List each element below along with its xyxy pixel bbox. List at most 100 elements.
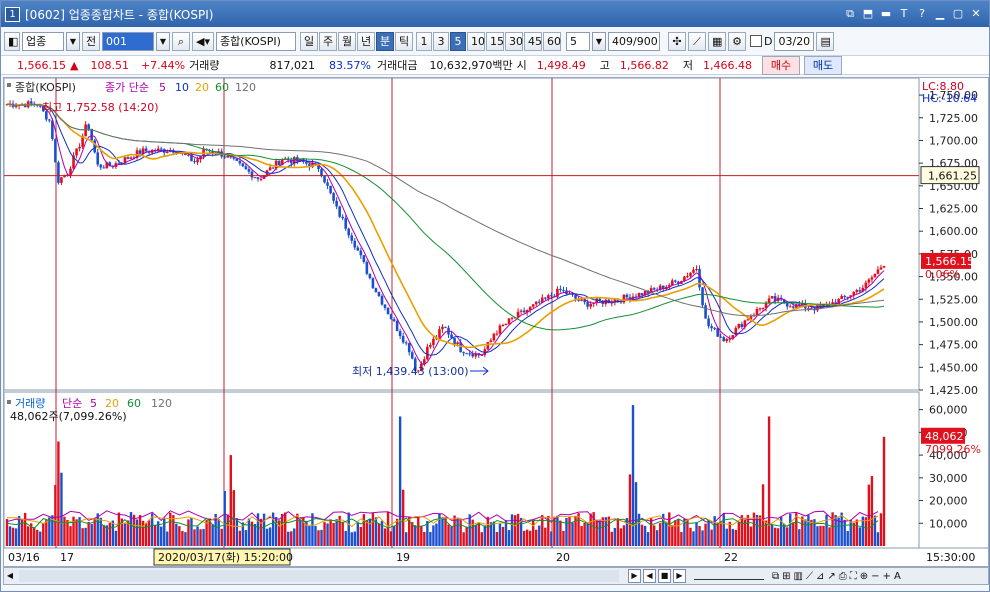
price-candle [758,308,762,310]
interval-1-button[interactable]: 1 [416,31,432,51]
zoom-slider[interactable] [694,572,764,580]
tab-period-day[interactable]: 일 [300,31,318,51]
speaker-icon[interactable]: ◀▾ [192,31,214,51]
market-type-select[interactable]: 업종 [22,31,64,51]
panel-toggle-icon[interactable]: ◧ [4,31,20,51]
volume-bar [347,512,350,546]
font-icon[interactable]: T [897,7,911,21]
tab-period-year[interactable]: 년 [357,31,375,51]
font-size-icon[interactable]: A [894,571,901,582]
price-candle [48,119,51,121]
crosshair-tool-icon[interactable]: ✣ [668,31,686,51]
link-window-icon[interactable]: ⧉ [843,7,857,21]
plus-icon[interactable]: + [883,571,891,582]
zoom-in-icon[interactable]: ⊕ [860,571,868,582]
count-field[interactable]: 409/900 [608,31,660,51]
volume-bar [193,529,196,546]
volume-bar [60,472,63,546]
interval-60-button[interactable]: 60 [543,31,561,51]
play-back-icon[interactable]: ▶ [628,569,641,583]
chart-area[interactable]: 1,750.00 1,725.00 1,700.00 1,675.00 1,650.00… [3,77,989,567]
interval-dropdown-icon[interactable]: ▼ [592,31,606,51]
step-back-icon[interactable]: ◀ [643,569,656,583]
search-icon[interactable]: ⌕ [172,31,190,51]
volume-bar [804,519,807,546]
drawing-icon[interactable]: ⟋ [806,571,813,582]
close-icon[interactable]: ✕ [969,7,983,21]
price-candle [138,150,142,154]
volume-bar [776,528,780,546]
volume-bar [701,530,704,546]
scroll-bar[interactable]: ◀ ▶ ◀ ■ ▶ ⧉ ⊞ ▥ ⟋ ⊿ ↗ ⎙ ⛶ ⊕ − + A [3,567,989,585]
price-candle [187,154,190,156]
layout-icon[interactable]: ⬒ [861,7,875,21]
stop-icon[interactable]: ■ [658,569,671,583]
title-bar: 1 [0602] 업종종합차트 - 종합(KOSPI) ⧉ ⬒ ▬ T ? ▁ … [1,1,989,27]
chart-toolbar: ◧ 업종 ▼ 전 001 ▼ ⌕ ◀▾ 종합(KOSPI) 일 주 월 년 분 … [1,29,989,53]
calendar-icon[interactable]: ▤ [816,31,835,51]
trend-icon[interactable]: ↗ [827,571,835,582]
low-arrow-icon [470,366,489,376]
price-candle [380,296,384,305]
chevron-down-icon[interactable]: ▼ [66,31,80,51]
fib-icon[interactable]: ⊿ [816,571,824,582]
scroll-track[interactable] [19,570,619,582]
price-candle [410,352,414,359]
interval-30-button[interactable]: 30 [505,31,523,51]
volume-bar [795,513,798,546]
screen-icon[interactable]: ▬ [879,7,893,21]
minus-icon[interactable]: − [871,571,879,582]
maximize-icon[interactable]: ▢ [951,7,965,21]
volume-bar [677,520,680,546]
price-ytick-label: 1,725.00 [929,112,978,125]
volume-bar [577,513,580,546]
layout-icon[interactable]: ⧉ [772,571,779,582]
price-candle [75,148,78,156]
step-forward-icon[interactable]: ▶ [673,569,686,583]
tab-period-tick[interactable]: 틱 [395,31,413,51]
volume-bar [117,512,121,546]
code-dropdown-icon[interactable]: ▼ [156,31,170,51]
price-candle [126,157,130,159]
price-candle [873,273,877,278]
price-candle [495,333,499,335]
prev-button[interactable]: 전 [82,31,100,51]
date-field[interactable]: 03/20 [774,31,815,51]
sell-button[interactable]: 매도 [804,55,842,75]
volume-bar [822,525,825,546]
tab-period-minute[interactable]: 분 [376,31,394,51]
interval-15-button[interactable]: 15 [486,31,504,51]
volume-bar [580,526,583,546]
open-label: 시 [516,59,527,72]
tab-period-week[interactable]: 주 [319,31,337,51]
scroll-left-icon[interactable]: ◀ [4,569,16,583]
help-icon[interactable]: ? [915,7,929,21]
code-input[interactable]: 001 [102,31,154,51]
gear-icon[interactable]: ⚙ [728,31,746,51]
volume-bar [659,523,662,546]
print-icon[interactable]: ⎙ [839,571,847,582]
buy-button[interactable]: 매수 [762,55,800,75]
interval-3-button[interactable]: 3 [433,31,449,51]
minimize-icon[interactable]: ▁ [933,7,947,21]
interval-45-button[interactable]: 45 [524,31,542,51]
chart-canvas[interactable]: 1,750.001,725.001,700.001,675.001,650.00… [4,78,988,566]
interval-5-button[interactable]: 5 [450,31,466,51]
volume-legend-value: 48,062주(7,099.26%) [10,410,127,423]
chart-type-icon[interactable]: ▥ [794,571,803,582]
drawing-tool-icon[interactable]: ⟋ [688,31,706,51]
interval-10-button[interactable]: 10 [467,31,485,51]
price-ytick-label: 1,500.00 [929,316,978,329]
tab-period-month[interactable]: 월 [338,31,356,51]
interval-input[interactable]: 5 [566,31,590,51]
low-value: 1,466.48 [703,58,752,72]
price-candle [716,328,719,337]
volume-bar [719,522,722,546]
grid-icon[interactable]: ▦ [708,31,726,51]
d-checkbox[interactable] [750,35,762,47]
volume-bar [616,518,620,546]
volume-bar [786,527,789,546]
save-icon[interactable]: ⛶ [850,571,857,582]
volume-bar [96,513,99,546]
indicator-icon[interactable]: ⊞ [782,571,790,582]
